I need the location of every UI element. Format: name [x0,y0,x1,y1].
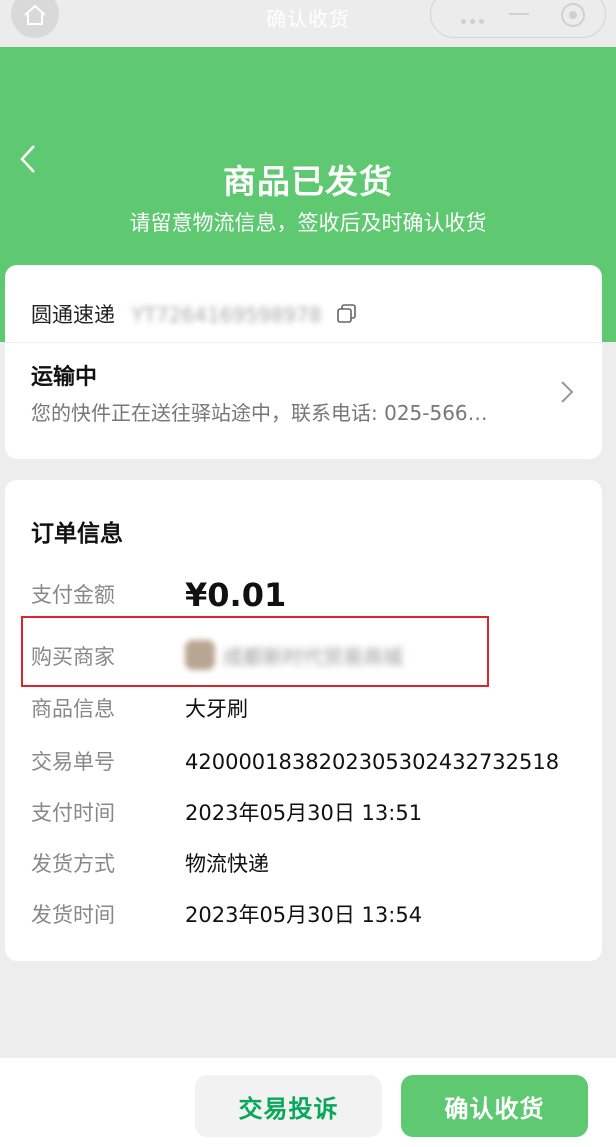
amount-value: ¥0.01 [185,576,287,614]
carrier-row: 圆通速递 YT7264169598978 [31,299,322,329]
transaction-label: 交易单号 [31,750,115,774]
copy-icon[interactable] [337,304,357,324]
page-subtitle: 请留意物流信息，签收后及时确认收货 [129,211,487,235]
logistics-description: 您的快件正在送往驿站途中，联系电话: 025-566… [31,401,488,425]
goods-row: 商品信息 大牙刷 [31,693,248,723]
pay-time-value: 2023年05月30日 13:51 [185,801,423,825]
transaction-number: 4200001838202305302432732518 [185,750,560,774]
tracking-number: YT7264169598978 [131,303,322,327]
amount-row: 支付金额 ¥0.01 [31,576,286,614]
goods-value: 大牙刷 [185,697,248,721]
capsule-menu [430,0,606,38]
page-title: 商品已发货 [223,162,393,201]
logistics-status: 运输中 [31,365,98,390]
mini-program-title-bar: 确认收货 [0,0,616,47]
merchant-highlight-box [21,616,489,687]
amount-label: 支付金额 [31,583,115,607]
ship-time-row: 发货时间 2023年05月30日 13:54 [31,899,422,929]
close-target-icon[interactable] [561,3,585,27]
ship-time-label: 发货时间 [31,903,115,927]
goods-label: 商品信息 [31,697,115,721]
more-dots-icon[interactable] [461,9,488,28]
carrier-name: 圆通速递 [31,303,115,327]
chevron-right-icon [561,381,574,403]
shipping-card: 圆通速递 YT7264169598978 运输中 您的快件正在送往驿站途中，联系… [5,265,602,459]
confirm-receipt-button[interactable]: 确认收货 [401,1075,588,1137]
pay-time-label: 支付时间 [31,801,115,825]
ship-method-value: 物流快递 [185,852,269,876]
order-section-title: 订单信息 [31,521,123,547]
action-bar: 交易投诉 确认收货 [0,1058,616,1147]
complain-button[interactable]: 交易投诉 [195,1075,382,1137]
transaction-row: 交易单号 4200001838202305302432732518 [31,746,559,776]
minimize-icon[interactable] [509,13,529,15]
ship-method-row: 发货方式 物流快递 [31,848,269,878]
order-info-card: 订单信息 支付金额 ¥0.01 购买商家 成都新时代贸易商城 商品信息 大牙刷 交易单… [5,480,602,961]
pay-time-row: 支付时间 2023年05月30日 13:51 [31,797,422,827]
ship-time-value: 2023年05月30日 13:54 [185,903,423,927]
ship-method-label: 发货方式 [31,852,115,876]
